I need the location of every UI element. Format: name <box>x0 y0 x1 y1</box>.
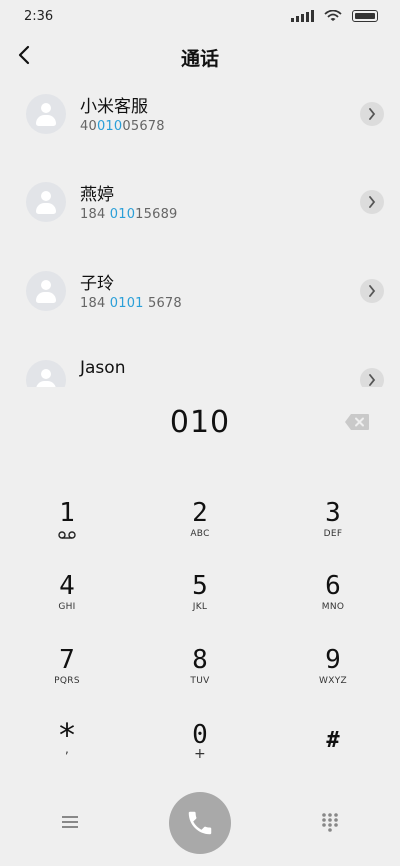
key-7[interactable]: 7 PQRS <box>0 645 134 715</box>
key-3[interactable]: 3 DEF <box>266 498 400 568</box>
chevron-right-icon <box>369 196 376 208</box>
phone-icon <box>188 811 212 835</box>
dial-display: 010 <box>0 395 400 451</box>
key-letters: TUV <box>190 676 210 686</box>
key-digit: # <box>326 728 340 753</box>
key-1[interactable]: 1 <box>0 498 134 568</box>
key-9[interactable]: 9 WXYZ <box>266 645 400 715</box>
menu-icon[interactable] <box>58 810 82 834</box>
chevron-right-icon <box>369 374 376 386</box>
key-2[interactable]: 2 ABC <box>133 498 267 568</box>
avatar <box>26 360 66 387</box>
key-star[interactable]: * , <box>0 719 134 790</box>
key-8[interactable]: 8 TUV <box>133 645 267 715</box>
voicemail-icon <box>58 531 76 539</box>
key-digit: 1 <box>59 498 75 528</box>
key-digit: 2 <box>192 498 208 528</box>
chevron-right-icon <box>369 108 376 120</box>
avatar <box>26 271 66 311</box>
contact-number: 184 01015689 <box>80 207 178 222</box>
wifi-icon <box>324 10 342 21</box>
status-icons <box>291 10 378 22</box>
key-digit: 9 <box>325 645 341 675</box>
status-time: 2:36 <box>24 9 54 24</box>
key-digit: 7 <box>59 645 75 675</box>
status-bar: 2:36 <box>0 0 400 34</box>
avatar <box>26 94 66 134</box>
contact-detail-button[interactable] <box>360 190 384 214</box>
key-letters: PQRS <box>54 676 80 686</box>
key-letters: GHI <box>58 602 76 612</box>
battery-icon <box>352 10 378 22</box>
key-digit: 8 <box>192 645 208 675</box>
key-digit: 5 <box>192 571 208 601</box>
key-letters: , <box>64 742 70 756</box>
key-digit: 3 <box>325 498 341 528</box>
call-button[interactable] <box>169 792 231 854</box>
contact-name: 小米客服 <box>80 97 148 117</box>
list-item[interactable]: 小米客服 4001005678 <box>0 84 400 154</box>
key-letters: ABC <box>190 529 210 539</box>
list-item[interactable]: 子玲 184 0101 5678 <box>0 261 400 331</box>
contact-list: 小米客服 4001005678 燕婷 184 01015689 子玲 184 0… <box>0 84 400 387</box>
key-letters: WXYZ <box>319 676 347 686</box>
key-letters: DEF <box>323 529 343 539</box>
header: 通话 <box>0 34 400 78</box>
key-4[interactable]: 4 GHI <box>0 571 134 641</box>
list-item[interactable]: 燕婷 184 01015689 <box>0 172 400 242</box>
contact-detail-button[interactable] <box>360 102 384 126</box>
dialpad-icon[interactable] <box>318 810 342 834</box>
contact-name: Jason <box>80 358 126 378</box>
contact-detail-button[interactable] <box>360 368 384 387</box>
key-digit: 6 <box>325 571 341 601</box>
dialed-number[interactable]: 010 <box>0 405 400 440</box>
key-5[interactable]: 5 JKL <box>133 571 267 641</box>
avatar <box>26 182 66 222</box>
key-0[interactable]: 0 + <box>133 720 267 790</box>
bottom-bar <box>0 786 400 866</box>
contact-name: 燕婷 <box>80 185 114 205</box>
contact-number: 184 0101 5678 <box>80 296 182 311</box>
page-title: 通话 <box>180 48 219 70</box>
list-item[interactable]: Jason <box>0 350 400 387</box>
contact-name: 子玲 <box>80 274 114 294</box>
signal-icon <box>291 10 314 22</box>
chevron-right-icon <box>369 285 376 297</box>
key-6[interactable]: 6 MNO <box>266 571 400 641</box>
key-digit: 4 <box>59 571 75 601</box>
backspace-icon[interactable] <box>344 413 370 431</box>
key-letters: + <box>193 746 207 762</box>
contact-number: 4001005678 <box>80 119 165 134</box>
contact-detail-button[interactable] <box>360 279 384 303</box>
key-letters: MNO <box>321 602 345 612</box>
key-letters: JKL <box>192 602 208 612</box>
